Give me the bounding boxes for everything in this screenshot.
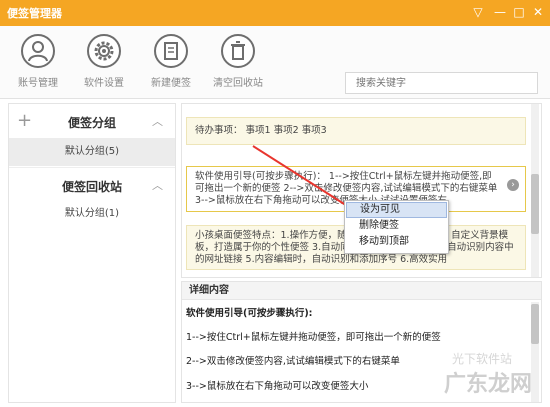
context-menu-item-set-visible[interactable]: 设为可见 — [346, 202, 447, 218]
watermark-line2: 广东龙网 — [444, 372, 533, 397]
detail-line: 1-->按住Ctrl+鼠标左键并拖动便签，即可拖出一个新的便签 — [186, 332, 441, 343]
watermark: 光下软件站 广东龙网 — [440, 350, 550, 407]
detail-header: 详细内容 — [182, 282, 541, 300]
context-menu-item-move-to-top[interactable]: 移动到顶部 — [345, 234, 448, 250]
detail-scrollbar-thumb[interactable] — [531, 304, 539, 344]
context-menu: 设为可见 删除便签 移动到顶部 — [344, 200, 449, 254]
watermark-line1: 光下软件站 — [452, 352, 513, 366]
detail-line: 软件使用引导(可按步骤执行): — [186, 308, 313, 319]
context-menu-item-delete-note[interactable]: 删除便签 — [345, 218, 448, 234]
detail-line: 3-->鼠标放在右下角拖动可以改变便签大小 — [186, 381, 369, 392]
detail-line: 2-->双击修改便签内容,试试编辑模式下的右键菜单 — [186, 356, 400, 367]
